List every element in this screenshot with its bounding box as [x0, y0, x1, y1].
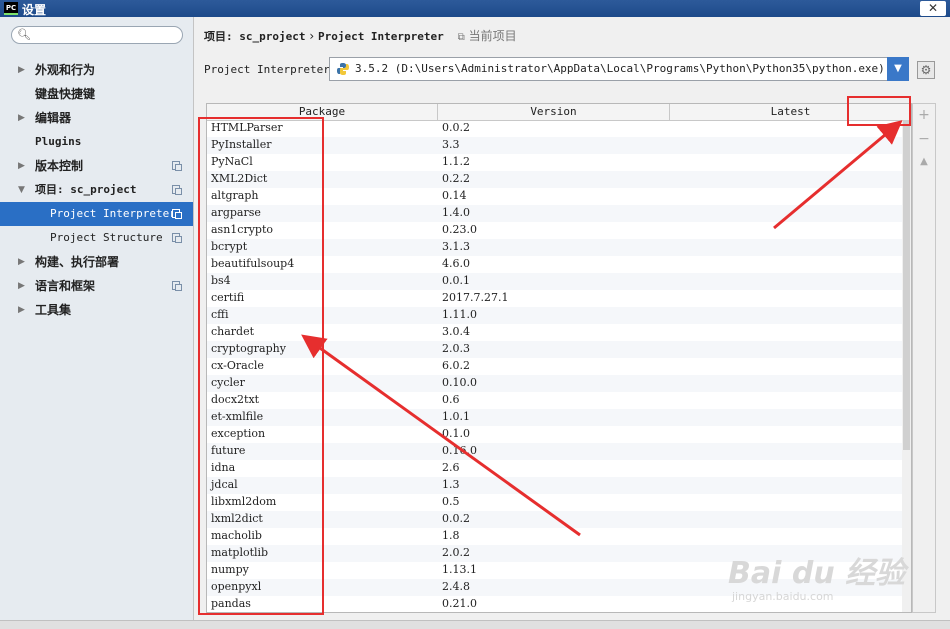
arrow-to-add-button: [773, 120, 903, 230]
watermark-logo: Bai du 经验: [728, 556, 906, 591]
watermark-url: jingyan.baidu.com: [732, 590, 834, 603]
annotation-arrows: [301, 120, 903, 537]
arrow-to-package-list: [301, 334, 581, 537]
